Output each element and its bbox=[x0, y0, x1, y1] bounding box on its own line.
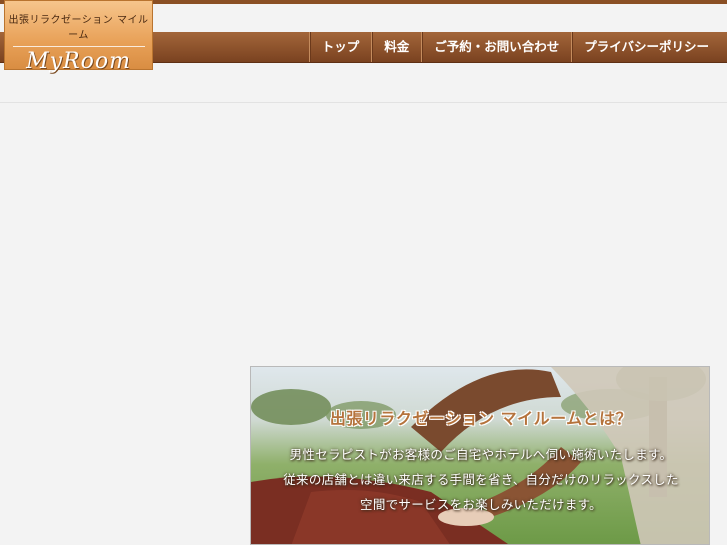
nav-item-pricing[interactable]: 料金 bbox=[371, 32, 421, 62]
nav-item-top[interactable]: トップ bbox=[308, 32, 372, 62]
hero-text-line: 空間でサービスをお楽しみいただけます。 bbox=[360, 497, 602, 512]
site-logo[interactable]: 出張リラクゼーション マイルーム MyRoom bbox=[4, 0, 153, 74]
hero-text-line: 男性セラピストがお客様のご自宅やホテルへ伺い施術いたします。 bbox=[289, 447, 673, 462]
nav-item-privacy[interactable]: プライバシーポリシー bbox=[571, 32, 721, 62]
header-divider bbox=[0, 102, 727, 103]
main-nav: トップ 料金 ご予約・お問い合わせ プライバシーポリシー bbox=[308, 32, 721, 62]
logo-divider bbox=[12, 46, 145, 47]
hero-banner: 出張リラクゼーション マイルームとは？ 男性セラピストがお客様のご自宅やホテルへ… bbox=[250, 366, 710, 545]
nav-item-contact[interactable]: ご予約・お問い合わせ bbox=[421, 32, 571, 62]
logo-name: MyRoom bbox=[26, 49, 131, 74]
hero-title: 出張リラクゼーション マイルームとは？ bbox=[329, 409, 633, 428]
logo-subtitle: 出張リラクゼーション マイルーム bbox=[8, 15, 149, 41]
hero-text-line: 従来の店舗とは違い来店する手間を省き、自分だけのリラックスした bbox=[283, 472, 679, 487]
